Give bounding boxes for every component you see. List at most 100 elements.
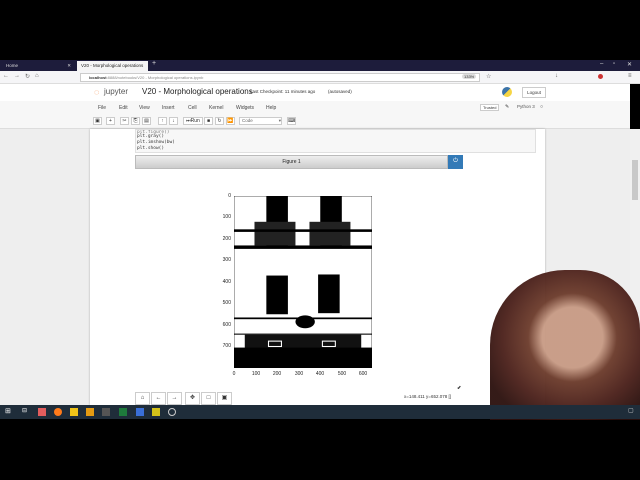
back-view-icon[interactable]: ← [151, 392, 166, 405]
x-tick-label: 100 [251, 371, 261, 377]
windows-taskbar: ⊞ ⊟ ▢ [0, 405, 640, 419]
bookmark-star-icon[interactable]: ☆ [486, 73, 491, 80]
reload-icon[interactable]: ↻ [25, 73, 30, 80]
browser-tab-bar: Home ✕ V20 - Morphological operations + –… [0, 60, 640, 71]
window-dark [318, 274, 340, 314]
cell-type-select[interactable]: Code ▾ [239, 117, 282, 125]
obs-icon[interactable] [168, 408, 176, 416]
terminal-icon[interactable] [102, 408, 110, 416]
excel-icon[interactable] [119, 408, 127, 416]
y-tick-label: 500 [222, 300, 231, 306]
kernel-status-icon: ○ [540, 104, 544, 110]
balcony [254, 221, 296, 246]
y-tick-label: 600 [222, 322, 231, 328]
keyboard-icon[interactable]: ⌨ [287, 117, 296, 125]
zoom-badge[interactable]: 133% [462, 74, 477, 79]
cut-icon[interactable]: ✂ [120, 117, 129, 125]
move-up-icon[interactable]: ↑ [158, 117, 167, 125]
maximize-icon[interactable]: ▫ [613, 61, 615, 67]
x-tick-label: 300 [294, 371, 304, 377]
run-button[interactable]: ⏭Run [183, 117, 203, 125]
menu-widgets[interactable]: Widgets [236, 105, 254, 111]
y-tick-label: 400 [222, 279, 231, 285]
checkpoint-status: Last Checkpoint: 11 minutes ago [250, 89, 316, 94]
tab-label: V20 - Morphological operations [81, 63, 144, 68]
cell-type-value: Code [242, 118, 253, 123]
pan-icon[interactable]: ✥ [185, 392, 200, 405]
task-view-icon[interactable]: ⊟ [22, 407, 30, 415]
jupyter-logo[interactable]: jupyter [104, 87, 128, 96]
copy-icon[interactable]: ⎘ [131, 117, 140, 125]
tab-notebook[interactable]: V20 - Morphological operations [77, 61, 148, 71]
save-icon[interactable]: ▣ [93, 117, 102, 125]
app-icon[interactable] [38, 408, 46, 416]
url-input[interactable]: localhost:8888/notebooks/V20 - Morpholog… [80, 73, 480, 82]
menu-cell[interactable]: Cell [188, 105, 197, 111]
file-explorer-icon[interactable] [70, 408, 78, 416]
stop-icon[interactable]: ■ [204, 117, 213, 125]
firefox-icon[interactable] [54, 408, 62, 416]
app-icon[interactable] [152, 408, 160, 416]
figure-power-button[interactable]: ⏻ [448, 155, 463, 169]
address-bar: ← → ↻ ⌂ localhost:8888/notebooks/V20 - M… [0, 71, 640, 84]
balcony [309, 221, 351, 246]
home-view-icon[interactable]: ⌂ [135, 392, 150, 405]
figure-title-bar: Figure 1 [135, 155, 448, 169]
url-path: :8888/notebooks/V20 - Morphological oper… [106, 75, 204, 80]
download-icon[interactable]: ↓ [555, 73, 558, 79]
app-icon[interactable] [136, 408, 144, 416]
edit-pencil-icon[interactable]: ✎ [505, 104, 509, 110]
close-window-icon[interactable]: ✕ [627, 61, 632, 68]
minimize-icon[interactable]: – [600, 61, 603, 67]
code-cell[interactable]: plt.figure() plt.gray() plt.imshow(bw) p… [135, 129, 536, 153]
forward-icon[interactable]: → [14, 73, 20, 79]
ledge [234, 333, 372, 335]
notebook-title[interactable]: V20 - Morphological operations [142, 87, 253, 96]
new-tab-icon[interactable]: + [152, 60, 156, 67]
insert-cell-icon[interactable]: + [106, 117, 115, 125]
back-icon[interactable]: ← [3, 73, 9, 79]
app-icon[interactable] [86, 408, 94, 416]
restart-icon[interactable]: ↻ [215, 117, 224, 125]
logout-button[interactable]: Logout [522, 87, 546, 98]
home-icon[interactable]: ⌂ [35, 73, 39, 79]
start-icon[interactable]: ⊞ [5, 407, 13, 415]
menu-kernel[interactable]: Kernel [209, 105, 223, 111]
move-down-icon[interactable]: ↓ [169, 117, 178, 125]
menu-insert[interactable]: Insert [162, 105, 175, 111]
resize-handle-icon[interactable]: ⬋ [457, 385, 461, 391]
jupyter-logo-icon[interactable]: ◌ [94, 87, 99, 97]
y-tick-label: 100 [222, 214, 231, 220]
menu-view[interactable]: View [139, 105, 150, 111]
y-tick-label: 300 [222, 257, 231, 263]
x-tick-label: 500 [337, 371, 347, 377]
extension-icon[interactable] [598, 74, 603, 79]
dark-blob [295, 315, 315, 329]
x-tick-label: 0 [232, 371, 236, 377]
menu-icon[interactable]: ≡ [628, 73, 632, 79]
fast-forward-icon[interactable]: ⏩ [226, 117, 235, 125]
scrollbar-thumb[interactable] [632, 160, 638, 200]
trusted-badge[interactable]: Trusted [480, 104, 500, 111]
zoom-rect-icon[interactable]: □ [201, 392, 216, 405]
save-figure-icon[interactable]: ▣ [217, 392, 232, 405]
menu-file[interactable]: File [98, 105, 106, 111]
window-dark [266, 275, 288, 315]
forward-view-icon[interactable]: → [167, 392, 182, 405]
x-tick-label: 400 [315, 371, 325, 377]
code-line: plt.show() [137, 146, 165, 151]
notifications-icon[interactable]: ▢ [628, 407, 636, 415]
menubar: File Edit View Insert Cell Kernel Widget… [0, 101, 630, 129]
tab-home[interactable]: Home ✕ [2, 61, 74, 71]
kernel-name: Python 3 [517, 104, 535, 109]
binary-image-plot[interactable] [234, 196, 372, 368]
paste-icon[interactable]: ▤ [142, 117, 151, 125]
ledge [234, 245, 372, 249]
y-tick-label: 700 [222, 343, 231, 349]
close-tab-icon[interactable]: ✕ [67, 63, 71, 69]
tab-label: Home [6, 63, 19, 68]
y-tick-label: 200 [222, 236, 231, 242]
menu-help[interactable]: Help [266, 105, 276, 111]
ledge [234, 229, 372, 232]
menu-edit[interactable]: Edit [119, 105, 128, 111]
